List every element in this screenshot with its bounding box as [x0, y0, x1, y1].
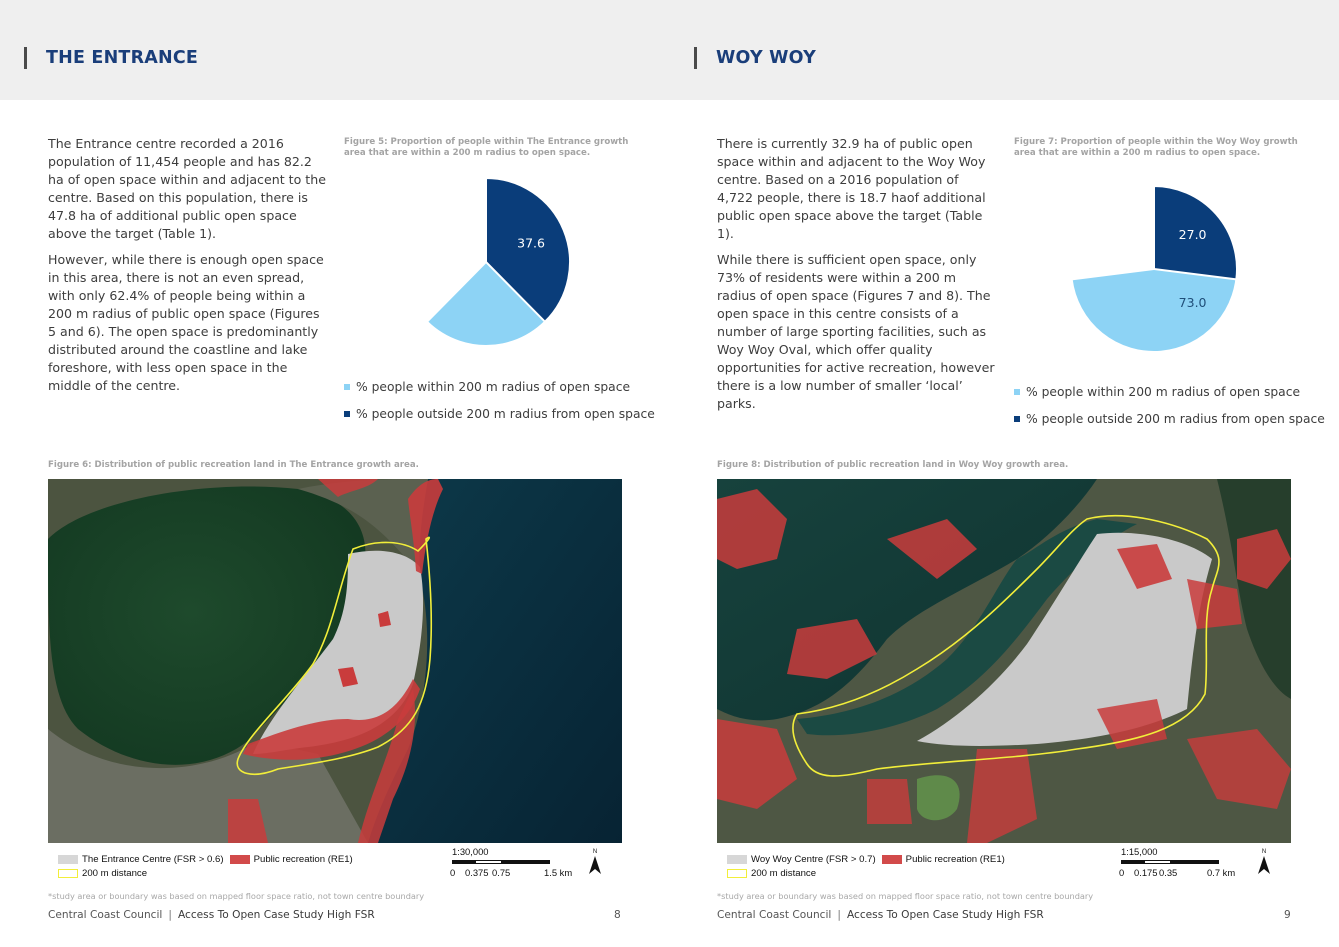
- pie-data-label: 27.0: [1179, 227, 1207, 242]
- page-number: 9: [1284, 909, 1291, 921]
- legend-label-recreation: Public recreation (RE1): [905, 853, 1005, 865]
- paragraph: The Entrance centre recorded a 2016 popu…: [48, 136, 326, 241]
- footer: Central Coast Council | Access To Open Cas…: [717, 909, 1044, 921]
- section-heading: THE ENTRANCE: [24, 45, 198, 71]
- aerial-image: [48, 479, 622, 843]
- aerial-image: [717, 479, 1291, 843]
- paragraph: There is currently 32.9 ha of public ope…: [717, 136, 986, 241]
- legend-swatch: [1014, 388, 1020, 395]
- chart-legend: % people within 200 m radius of open spa…: [344, 373, 655, 427]
- pie-chart: 73.0 27.0: [1070, 184, 1238, 353]
- heading-bar: [24, 47, 27, 69]
- chart-legend: % people within 200 m radius of open spa…: [1014, 378, 1325, 432]
- map-legend: Woy Woy Centre (FSR > 0.7) Public recrea…: [727, 852, 1005, 880]
- heading-bar: [694, 47, 697, 69]
- north-arrow-icon: [589, 856, 601, 874]
- footnote: *study area or boundary was based on map…: [48, 891, 425, 901]
- page-title: WOY WOY: [716, 48, 816, 68]
- map-legend-row: 200 m distance: [727, 866, 1005, 880]
- footer-org: Central Coast Council: [48, 909, 163, 921]
- legend-swatch-centre: [58, 854, 78, 864]
- figure-caption: Figure 7: Proportion of people within th…: [1014, 137, 1298, 158]
- footer-doc-title: Access To Open Case Study High FSR: [846, 909, 1044, 921]
- legend-item-within: % people within 200 m radius of open spa…: [344, 373, 655, 400]
- map-woy-woy: [717, 479, 1291, 843]
- footer-org: Central Coast Council: [717, 909, 832, 921]
- section-heading: WOY WOY: [694, 45, 816, 71]
- legend-item-within: % people within 200 m radius of open spa…: [1014, 378, 1325, 405]
- legend-label-centre: Woy Woy Centre (FSR > 0.7): [751, 853, 876, 865]
- scale-tick: 0: [450, 867, 456, 878]
- pie-chart: 62.437.6: [425, 176, 571, 347]
- map-caption: Figure 8: Distribution of public recreat…: [717, 460, 1069, 470]
- paragraph: However, while there is enough open spac…: [48, 252, 324, 393]
- page-title: THE ENTRANCE: [46, 48, 199, 68]
- legend-item-outside: % people outside 200 m radius from open …: [1014, 405, 1325, 432]
- north-arrow: N: [1257, 849, 1271, 877]
- legend-swatch-recreation: [229, 854, 250, 864]
- scale-tick: 1.5 km: [544, 867, 573, 878]
- north-arrow-icon: [1258, 856, 1270, 874]
- body-text: The Entrance centre recorded a 2016 popu…: [48, 135, 326, 403]
- legend-swatch: [1014, 415, 1020, 422]
- legend-label-recreation: Public recreation (RE1): [253, 853, 353, 865]
- legend-item-outside: % people outside 200 m radius from open …: [344, 400, 655, 427]
- legend-label: % people within 200 m radius of open spa…: [1026, 384, 1301, 399]
- page-woy-woy: WOY WOY There is currently 32.9 ha of pu…: [669, 0, 1339, 947]
- legend-label-distance: 200 m distance: [751, 867, 817, 879]
- map-legend: The Entrance Centre (FSR > 0.6) Public r…: [58, 852, 353, 880]
- footer-doc-title: Access To Open Case Study High FSR: [177, 909, 375, 921]
- pie-data-label: 73.0: [1179, 295, 1207, 310]
- legend-label-distance: 200 m distance: [82, 867, 148, 879]
- scale-track: [1121, 860, 1219, 864]
- pie-data-label: 37.6: [517, 235, 545, 250]
- body-text: There is currently 32.9 ha of public ope…: [717, 135, 997, 421]
- scale-ratio: 1:15,000: [1121, 846, 1158, 857]
- north-arrow: N: [588, 849, 602, 877]
- map-legend-row: The Entrance Centre (FSR > 0.6) Public r…: [58, 852, 353, 866]
- legend-swatch-distance: [58, 868, 78, 878]
- figure-caption: Figure 5: Proportion of people within Th…: [344, 137, 629, 158]
- scale-bar: 1:15,000 0 0.175 0.35 0.7 km: [1119, 846, 1244, 880]
- footer: Central Coast Council | Access To Open Cas…: [48, 909, 375, 921]
- scale-bar: 1:30,000 0 0.375 0.75 1.5 km: [450, 846, 575, 880]
- scale-ratio: 1:30,000: [452, 846, 489, 857]
- scale-tick: 0.375: [465, 867, 489, 878]
- page-the-entrance: THE ENTRANCE The Entrance centre recorde…: [0, 0, 669, 947]
- legend-label: % people within 200 m radius of open spa…: [356, 379, 631, 394]
- legend-label-centre: The Entrance Centre (FSR > 0.6): [82, 853, 224, 865]
- legend-swatch-distance: [727, 868, 747, 878]
- paragraph: While there is sufficient open space, on…: [717, 252, 995, 411]
- map-legend-row: Woy Woy Centre (FSR > 0.7) Public recrea…: [727, 852, 1005, 866]
- legend-swatch-recreation: [881, 854, 902, 864]
- legend-swatch-centre: [727, 854, 747, 864]
- page-number: 8: [614, 909, 621, 921]
- scale-tick: 0.7 km: [1207, 867, 1236, 878]
- scale-tick: 0.75: [492, 867, 511, 878]
- legend-label: % people outside 200 m radius from open …: [1026, 411, 1325, 426]
- scale-tick: 0.35: [1159, 867, 1178, 878]
- scale-track: [452, 860, 550, 864]
- scale-tick: 0: [1119, 867, 1125, 878]
- legend-swatch: [344, 383, 350, 390]
- legend-label: % people outside 200 m radius from open …: [356, 406, 655, 421]
- legend-swatch: [344, 410, 350, 417]
- map-the-entrance: [48, 479, 622, 843]
- map-caption: Figure 6: Distribution of public recreat…: [48, 460, 419, 470]
- scale-tick: 0.175: [1134, 867, 1158, 878]
- map-legend-row: 200 m distance: [58, 866, 353, 880]
- footnote: *study area or boundary was based on map…: [717, 891, 1094, 901]
